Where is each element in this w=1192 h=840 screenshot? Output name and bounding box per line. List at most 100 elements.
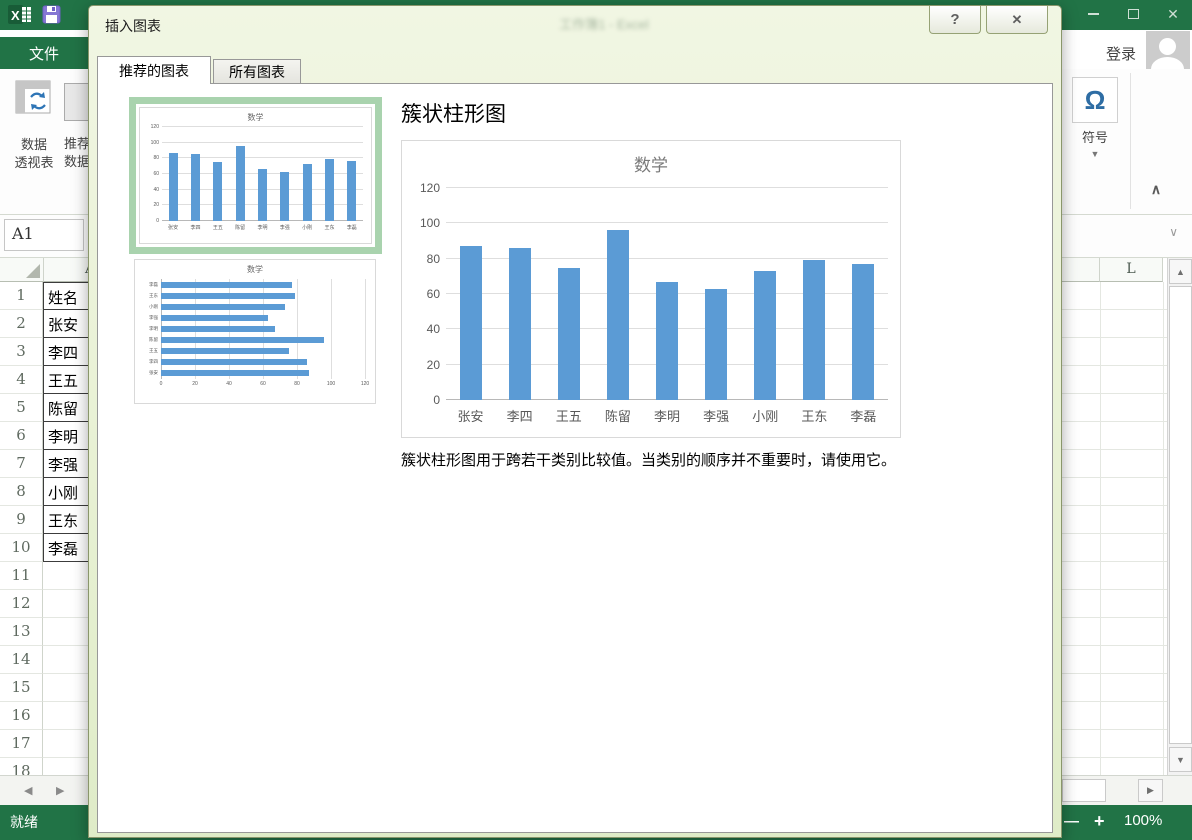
symbol-dropdown-icon[interactable]: ▼ (1072, 149, 1118, 159)
bar[interactable] (460, 246, 482, 400)
table-row[interactable] (1062, 646, 1167, 674)
zoom-out-button[interactable]: — (1064, 813, 1079, 830)
bar[interactable] (656, 282, 678, 400)
dialog-help-button[interactable]: ? (929, 6, 981, 34)
table-row[interactable] (1062, 534, 1167, 562)
sheet-nav-left-icon[interactable]: ◀ (24, 784, 32, 797)
bar[interactable] (607, 230, 629, 400)
bar[interactable] (347, 161, 356, 221)
horizontal-scroll-thumb[interactable] (1062, 779, 1106, 802)
row-header[interactable]: 16 (0, 702, 43, 730)
row-header[interactable]: 13 (0, 618, 43, 646)
table-row[interactable] (1062, 562, 1167, 590)
x-category-label: 王东 (318, 224, 340, 231)
sheet-nav-right-icon[interactable]: ▶ (56, 784, 64, 797)
table-row[interactable] (1062, 422, 1167, 450)
table-row[interactable] (1062, 702, 1167, 730)
table-row[interactable] (1062, 730, 1167, 758)
table-row[interactable] (1062, 282, 1167, 310)
row-header[interactable]: 7 (0, 450, 43, 478)
bar[interactable] (509, 248, 531, 400)
row-header[interactable]: 12 (0, 590, 43, 618)
bar[interactable] (258, 169, 267, 221)
bar[interactable] (303, 164, 312, 221)
row-header[interactable]: 11 (0, 562, 43, 590)
scroll-down-icon[interactable]: ▼ (1169, 747, 1192, 772)
bar[interactable] (161, 370, 309, 376)
table-row[interactable] (1062, 478, 1167, 506)
collapse-ribbon-icon[interactable]: ∧ (1136, 181, 1176, 198)
zoom-in-button[interactable]: + (1094, 811, 1105, 832)
tab-all-charts[interactable]: 所有图表 (213, 59, 301, 84)
horizontal-scrollbar[interactable]: ▶ (1062, 775, 1192, 805)
row-header[interactable]: 17 (0, 730, 43, 758)
dialog-close-button[interactable]: ✕ (986, 6, 1048, 34)
name-box[interactable]: A1 (4, 219, 84, 251)
thumbnail-clustered-bar[interactable]: 数学李磊王东小刚李强李明陈留王五李四张安020406080100120 (134, 259, 376, 404)
row-header[interactable]: 18 (0, 758, 43, 775)
column-header-l[interactable]: L (1100, 258, 1163, 282)
bar[interactable] (161, 315, 268, 321)
table-row[interactable] (1062, 506, 1167, 534)
bar[interactable] (161, 326, 275, 332)
table-row[interactable] (1062, 618, 1167, 646)
bar[interactable] (852, 264, 874, 400)
pivot-table-button[interactable]: 数据透视表 (6, 79, 62, 203)
table-row[interactable] (1062, 450, 1167, 478)
bar[interactable] (161, 293, 295, 299)
scroll-right-icon[interactable]: ▶ (1138, 779, 1163, 802)
recommended-pivot-tables-button[interactable]: 推荐的数据透视表 (64, 79, 88, 203)
bar[interactable] (803, 260, 825, 400)
row-header[interactable]: 1 (0, 282, 43, 310)
minimize-button[interactable] (1080, 3, 1106, 25)
row-header[interactable]: 6 (0, 422, 43, 450)
save-icon[interactable] (42, 5, 62, 25)
bar[interactable] (161, 348, 289, 354)
table-row[interactable] (1062, 674, 1167, 702)
bar[interactable] (558, 268, 580, 401)
bar[interactable] (161, 282, 292, 288)
bar[interactable] (236, 146, 245, 221)
table-row[interactable] (1062, 590, 1167, 618)
sign-in-link[interactable]: 登录 (1106, 43, 1136, 64)
formula-bar-expand-icon[interactable]: ∨ (1169, 225, 1178, 239)
bar[interactable] (161, 337, 324, 343)
row-header[interactable]: 15 (0, 674, 43, 702)
bar[interactable] (754, 271, 776, 400)
scroll-up-icon[interactable]: ▲ (1169, 259, 1192, 284)
column-header-partial[interactable] (1062, 258, 1100, 282)
bar[interactable] (280, 172, 289, 221)
zoom-level[interactable]: 100% (1124, 812, 1162, 829)
row-header[interactable]: 10 (0, 534, 43, 562)
row-header[interactable]: 5 (0, 394, 43, 422)
table-row[interactable] (1062, 338, 1167, 366)
bar[interactable] (161, 359, 307, 365)
bar[interactable] (169, 153, 178, 221)
bar[interactable] (705, 289, 727, 400)
row-header[interactable]: 2 (0, 310, 43, 338)
row-header[interactable]: 3 (0, 338, 43, 366)
maximize-button[interactable] (1120, 3, 1146, 25)
table-row[interactable] (1062, 758, 1167, 775)
row-header[interactable]: 8 (0, 478, 43, 506)
tab-recommended-charts[interactable]: 推荐的图表 (97, 56, 211, 84)
bar[interactable] (325, 159, 334, 221)
tab-file[interactable]: 文件 (0, 37, 88, 69)
bar[interactable] (191, 154, 200, 221)
thumbnail-clustered-column-selected[interactable]: 数学020406080100120张安李四王五陈留李明李强小刚王东李磊 (129, 97, 382, 254)
table-row[interactable] (1062, 310, 1167, 338)
table-row[interactable] (1062, 366, 1167, 394)
table-row: 7李强 (0, 450, 95, 478)
window-close-button[interactable]: ✕ (1160, 3, 1186, 25)
vertical-scrollbar[interactable]: ▲ ▼ (1167, 258, 1192, 775)
bar[interactable] (161, 304, 285, 310)
bar[interactable] (213, 162, 222, 221)
symbol-button[interactable]: Ω (1072, 77, 1118, 123)
vertical-scroll-thumb[interactable] (1169, 286, 1192, 744)
x-category-label: 李磊 (341, 224, 363, 231)
select-all-corner[interactable] (0, 258, 44, 282)
row-header[interactable]: 4 (0, 366, 43, 394)
table-row[interactable] (1062, 394, 1167, 422)
row-header[interactable]: 9 (0, 506, 43, 534)
row-header[interactable]: 14 (0, 646, 43, 674)
